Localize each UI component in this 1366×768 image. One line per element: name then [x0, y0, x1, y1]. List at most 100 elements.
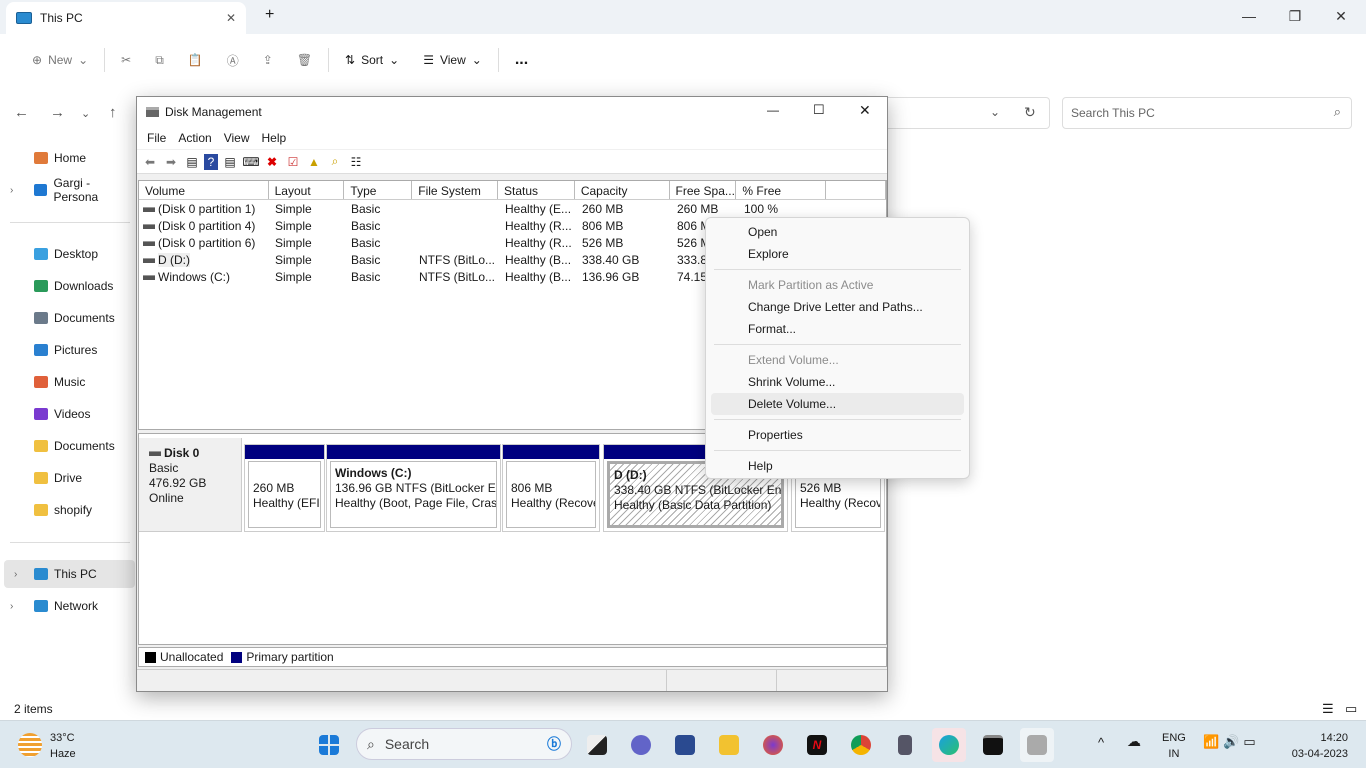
menu-item-change-drive-letter-and-paths[interactable]: Change Drive Letter and Paths... — [711, 296, 964, 318]
column-header[interactable]: Type — [344, 181, 413, 199]
menu-help[interactable]: Help — [256, 131, 293, 145]
close-tab-icon[interactable]: ✕ — [226, 11, 236, 25]
chevron-right-icon[interactable]: › — [14, 569, 17, 580]
calculator-icon[interactable] — [888, 728, 922, 762]
refresh-icon[interactable]: ↻ — [1024, 104, 1036, 121]
menu-action[interactable]: Action — [172, 131, 217, 145]
connect-icon[interactable]: ⌨ — [242, 154, 260, 170]
task-view-icon[interactable] — [580, 728, 614, 762]
sidebar-item[interactable]: Documents — [0, 432, 135, 460]
disk-0-info[interactable]: Disk 0 Basic 476.92 GB Online — [139, 438, 242, 532]
tab-this-pc[interactable]: This PC ✕ — [6, 2, 246, 34]
copy-icon[interactable]: ⧉ — [143, 44, 176, 76]
back-icon[interactable]: ← — [14, 104, 29, 121]
file-explorer-icon[interactable] — [712, 728, 746, 762]
back-icon[interactable]: ⬅ — [141, 154, 159, 170]
menu-item-delete-volume[interactable]: Delete Volume... — [711, 393, 964, 415]
minimize-button[interactable]: — — [767, 103, 779, 117]
partition-block[interactable]: 260 MB Healthy (EFI — [244, 444, 325, 532]
sidebar-item[interactable]: Documents — [0, 304, 135, 332]
paste-icon[interactable]: 📋 — [176, 44, 215, 76]
sidebar-item[interactable]: Pictures — [0, 336, 135, 364]
chevron-right-icon[interactable]: › — [10, 185, 13, 196]
onedrive-icon[interactable]: ☁ — [1127, 733, 1141, 750]
taskbar-search[interactable]: ⌕ Search ⓑ — [356, 728, 572, 760]
terminal-icon[interactable] — [976, 728, 1010, 762]
edge-icon[interactable] — [932, 728, 966, 762]
netflix-icon[interactable]: N — [800, 728, 834, 762]
sidebar-item[interactable]: Desktop — [0, 240, 135, 268]
cut-icon[interactable]: ✂ — [109, 44, 143, 76]
column-header[interactable]: % Free — [736, 181, 827, 199]
menu-item-help[interactable]: Help — [711, 455, 964, 477]
menu-file[interactable]: File — [141, 131, 172, 145]
rename-icon[interactable]: Ⓐ — [215, 44, 251, 76]
weather-widget[interactable]: 33°C Haze — [50, 730, 76, 762]
tiles-view-icon[interactable]: ▭ — [1345, 701, 1357, 717]
menu-item-explore[interactable]: Explore — [711, 243, 964, 265]
table-row[interactable]: (Disk 0 partition 1) Simple Basic Healthy (… — [139, 200, 886, 217]
forward-icon[interactable]: ➡ — [162, 154, 180, 170]
column-header[interactable]: Volume — [139, 181, 269, 199]
folder-up-icon[interactable]: ▲ — [305, 154, 323, 170]
column-header[interactable]: Layout — [269, 181, 345, 199]
menu-item-shrink-volume[interactable]: Shrink Volume... — [711, 371, 964, 393]
menu-view[interactable]: View — [218, 131, 256, 145]
start-button[interactable] — [312, 728, 346, 762]
check-icon[interactable]: ☑ — [284, 154, 302, 170]
menu-item-properties[interactable]: Properties — [711, 424, 964, 446]
details-view-icon[interactable]: ☰ — [1322, 701, 1334, 717]
sidebar-item[interactable]: Home — [0, 144, 135, 172]
sort-button[interactable]: ⇅ Sort ⌄ — [333, 44, 411, 76]
disk-management-taskbar-icon[interactable] — [1020, 728, 1054, 762]
firefox-icon[interactable] — [756, 728, 790, 762]
sidebar-item[interactable]: › This PC — [4, 560, 135, 588]
sidebar-item[interactable]: Downloads — [0, 272, 135, 300]
delete-icon[interactable]: 🗑 — [285, 44, 324, 76]
forward-icon[interactable]: → — [50, 104, 65, 121]
menu-item-format[interactable]: Format... — [711, 318, 964, 340]
close-button[interactable]: ✕ — [859, 102, 871, 119]
chevron-right-icon[interactable]: › — [10, 601, 13, 612]
delete-icon[interactable]: ✖ — [263, 154, 281, 170]
search-folder-icon[interactable]: ⌕ — [326, 154, 344, 170]
quick-settings[interactable]: 📶🔊▭ — [1203, 734, 1260, 750]
settings-icon[interactable]: ☷ — [347, 154, 365, 170]
sidebar-item[interactable]: › Gargi - Persona — [0, 176, 135, 204]
sidebar-item[interactable]: shopify — [0, 496, 135, 524]
language-indicator[interactable]: ENG IN — [1162, 730, 1186, 762]
properties-icon[interactable]: ▤ — [221, 154, 239, 170]
minimize-button[interactable]: — — [1226, 0, 1272, 32]
new-button[interactable]: ⊕ New ⌄ — [20, 44, 100, 76]
new-tab-button[interactable]: + — [265, 6, 274, 24]
chevron-down-icon[interactable]: ⌄ — [990, 105, 1000, 119]
weather-icon[interactable] — [18, 733, 42, 757]
menu-item-open[interactable]: Open — [711, 221, 964, 243]
search-input[interactable]: Search This PC ⌕ — [1062, 97, 1352, 129]
teams-chat-icon[interactable] — [624, 728, 658, 762]
sidebar-item[interactable]: Videos — [0, 400, 135, 428]
column-header[interactable]: File System — [412, 181, 499, 199]
console-tree-icon[interactable]: ▤ — [183, 154, 201, 170]
column-header[interactable]: Status — [498, 181, 575, 199]
partition-block[interactable]: Windows (C:) 136.96 GB NTFS (BitLocker En… — [326, 444, 501, 532]
help-icon[interactable]: ? — [204, 153, 218, 170]
close-button[interactable]: ✕ — [1318, 0, 1364, 32]
partition-block[interactable]: 806 MB Healthy (Recove — [502, 444, 600, 532]
view-button[interactable]: ☰ View ⌄ — [411, 44, 494, 76]
share-icon[interactable]: ⇪ — [251, 44, 285, 76]
chrome-icon[interactable] — [844, 728, 878, 762]
bing-icon[interactable]: ⓑ — [547, 734, 561, 754]
column-header[interactable]: Free Spa... — [670, 181, 737, 199]
sidebar-item[interactable]: Drive — [0, 464, 135, 492]
clock[interactable]: 14:20 03-04-2023 — [1284, 730, 1348, 762]
maximize-button[interactable]: ❐ — [1272, 0, 1318, 32]
sidebar-item[interactable]: Music — [0, 368, 135, 396]
up-icon[interactable]: ↑ — [109, 104, 117, 121]
show-hidden-icons[interactable]: ^ — [1098, 735, 1104, 750]
paint-icon[interactable] — [668, 728, 702, 762]
address-bar[interactable]: ⌄ ↻ — [888, 97, 1050, 129]
more-button[interactable]: ... — [503, 44, 540, 76]
sidebar-item[interactable]: › Network — [0, 592, 135, 620]
column-header[interactable]: Capacity — [575, 181, 670, 199]
